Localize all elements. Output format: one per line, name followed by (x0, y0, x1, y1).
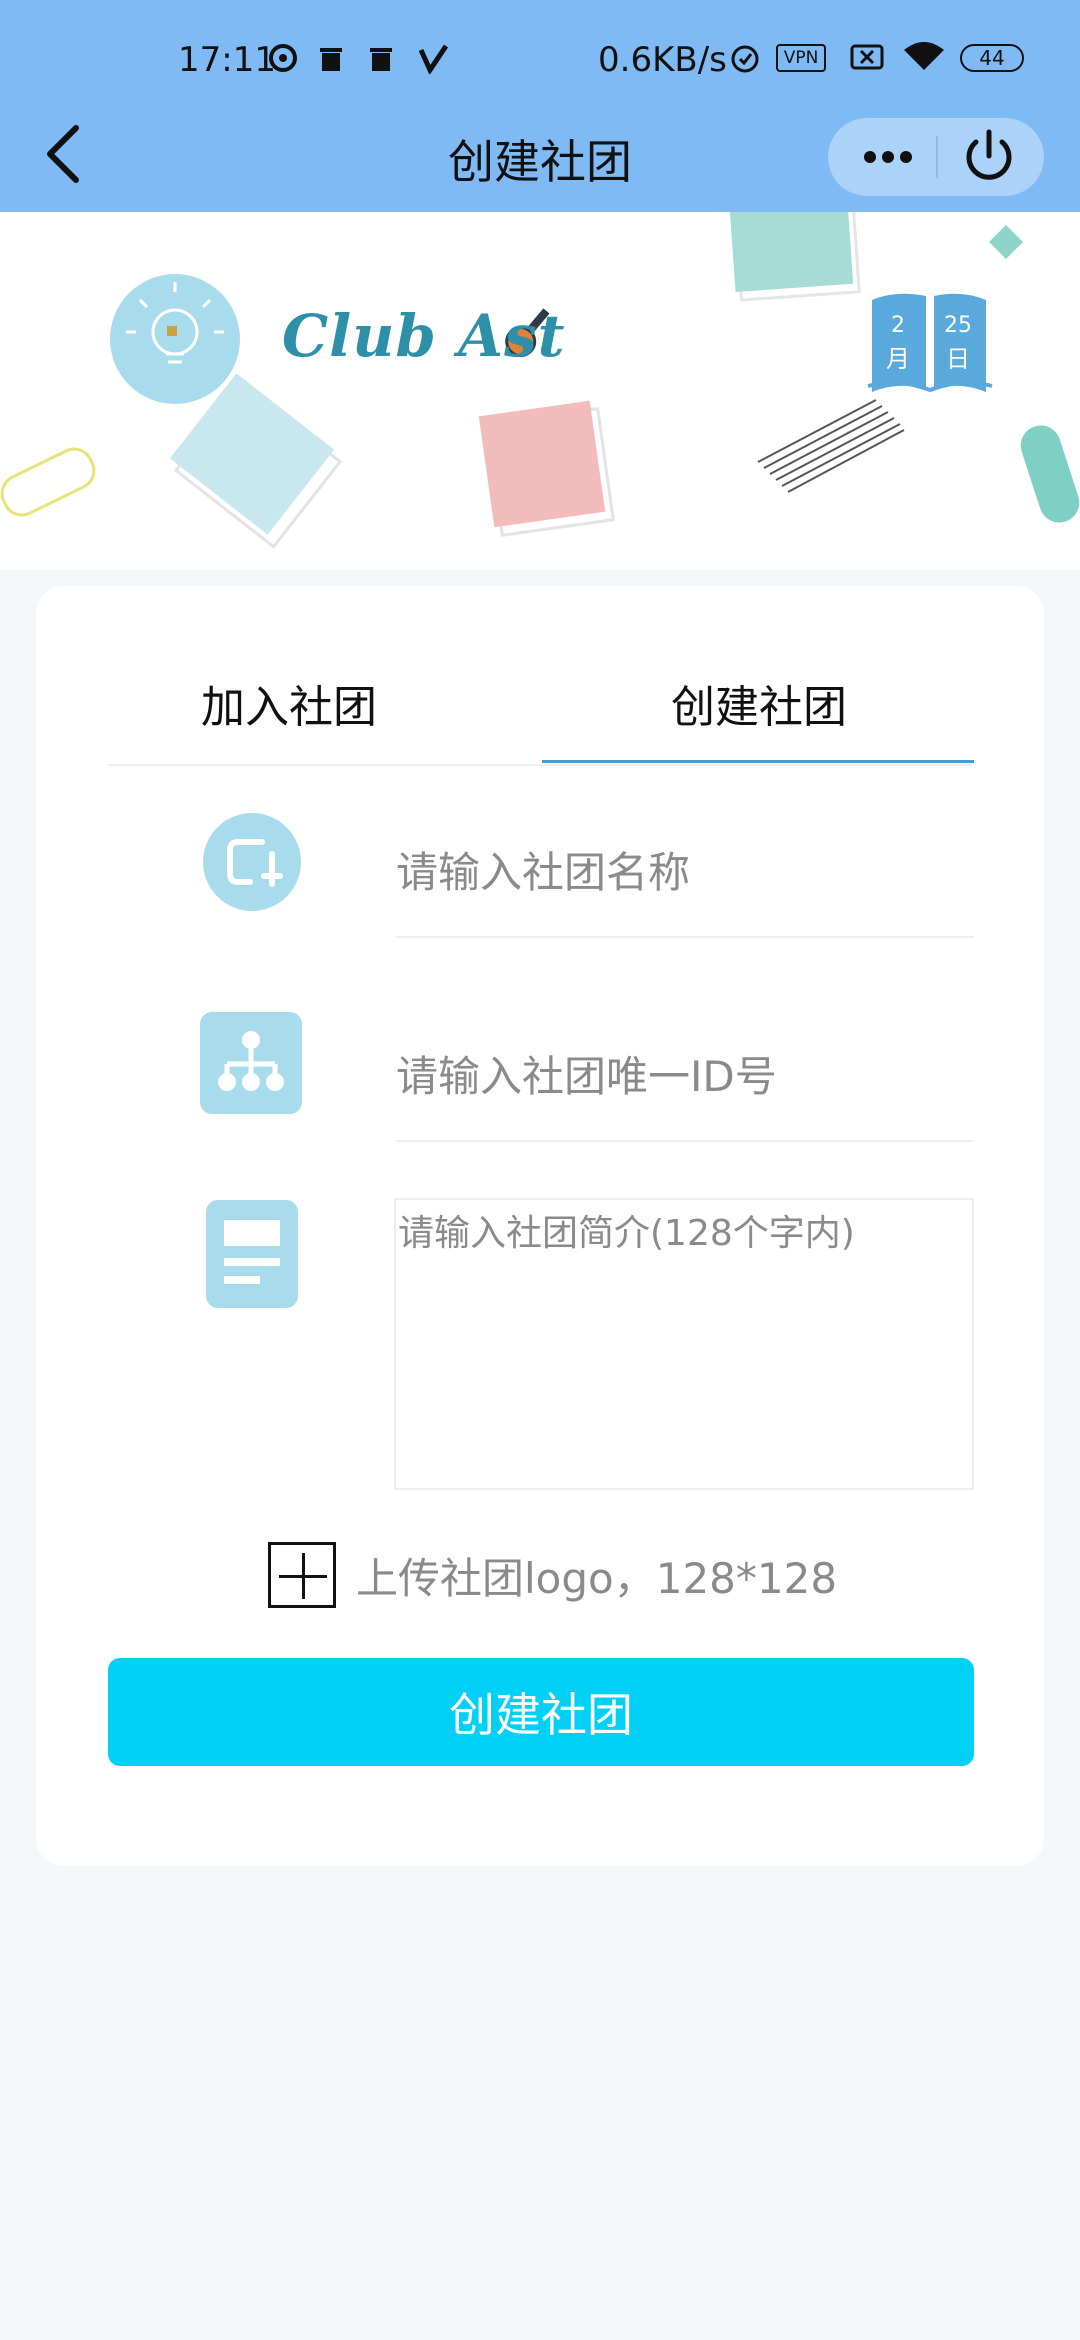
club-name-input[interactable] (396, 808, 974, 936)
check-icon (418, 44, 449, 74)
document-icon (206, 1200, 298, 1308)
tab-divider (108, 764, 972, 766)
banner: 2 月 25 日 Club Ast (0, 212, 1080, 570)
trash-icon (320, 48, 342, 71)
add-item-icon (203, 813, 301, 911)
calendar-day-label: 日 (946, 345, 970, 373)
mini-program-capsule (828, 118, 1044, 196)
net-speed: 0.6KB/s (598, 40, 727, 80)
sim-off-icon (850, 44, 884, 70)
club-id-input[interactable] (396, 1012, 974, 1140)
trash-icon (370, 48, 392, 71)
wifi-icon (904, 42, 944, 70)
org-chart-icon (200, 1012, 302, 1114)
brand-logo-text: Club Ast (282, 302, 566, 370)
upload-logo[interactable]: 上传社团logo，128*128 (268, 1540, 837, 1610)
banner-illustration: 2 月 25 日 (0, 212, 1080, 549)
status-time: 17:11 (178, 40, 276, 80)
club-intro-textarea[interactable] (394, 1198, 974, 1490)
calendar-day-num: 25 (944, 313, 972, 338)
capsule-divider (936, 136, 938, 178)
alarm-icon (731, 45, 759, 73)
top-bar: 17:11 0.6KB/s VPN 44 创建社团 (0, 0, 1080, 212)
more-dots-icon[interactable] (850, 118, 926, 196)
active-tab-indicator (542, 760, 974, 763)
tab-bar: 加入社团 创建社团 (72, 640, 974, 766)
club-id-row (396, 1012, 974, 1142)
vpn-badge: VPN (776, 44, 826, 72)
upload-logo-label: 上传社团logo，128*128 (356, 1553, 838, 1603)
status-bar: 17:11 0.6KB/s VPN 44 (0, 0, 1080, 118)
sync-icon (269, 44, 297, 72)
create-club-button[interactable]: 创建社团 (108, 1658, 974, 1766)
calendar-month-label: 月 (886, 345, 910, 373)
club-name-row (396, 808, 974, 938)
tab-join-club[interactable]: 加入社团 (72, 640, 506, 766)
add-box-icon[interactable] (268, 1542, 336, 1608)
battery-indicator: 44 (960, 44, 1024, 72)
calendar-month-num: 2 (891, 313, 905, 338)
power-icon[interactable] (946, 118, 1032, 196)
tab-create-club[interactable]: 创建社团 (542, 640, 976, 766)
